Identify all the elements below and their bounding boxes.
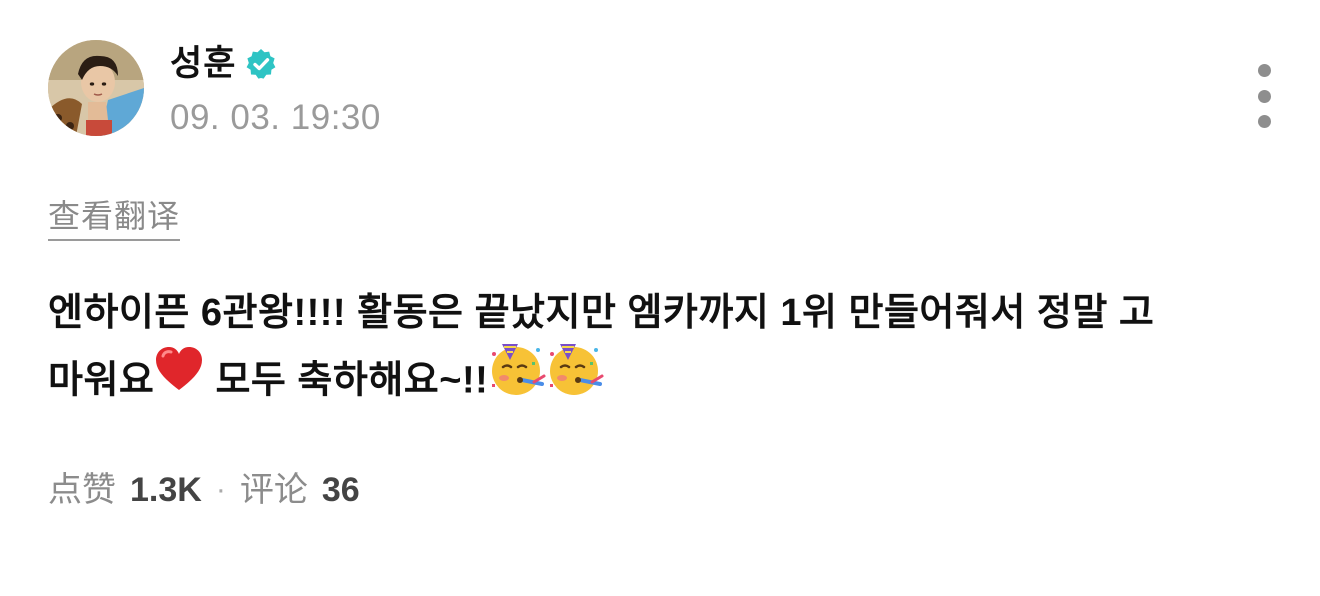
post-card: 성훈 09. 03. 19:30 查看翻译 엔하이픈 6관왕!!!! 활동은 끝… [0, 0, 1320, 596]
post-timestamp: 09. 03. 19:30 [170, 98, 381, 137]
post-text-part-1: 마워요 [48, 359, 155, 402]
post-stats: 点赞 1.3K · 评论 36 [48, 468, 360, 512]
post-body: 엔하이픈 6관왕!!!! 활동은 끝났지만 엠카까지 1위 만들어줘서 정말 고… [48, 282, 1278, 421]
author-block: 성훈 09. 03. 19:30 [170, 44, 381, 138]
red-heart-icon [154, 346, 204, 411]
stats-separator: · [215, 473, 226, 506]
likes-label[interactable]: 点赞 [48, 468, 116, 512]
partying-face-icon [488, 340, 546, 417]
more-vertical-icon-dot-3 [1257, 115, 1271, 128]
post-text-line-2: 마워요 모두 축하해요~!! [48, 344, 1278, 421]
partying-face-icon-2 [546, 340, 604, 417]
avatar-photo-icon [48, 40, 144, 136]
more-vertical-icon [1257, 64, 1271, 77]
more-options-button[interactable] [1244, 64, 1284, 128]
avatar[interactable] [48, 40, 144, 136]
post-text-line-1: 엔하이픈 6관왕!!!! 활동은 끝났지만 엠카까지 1위 만들어줘서 정말 고 [48, 292, 1155, 334]
author-row: 성훈 [170, 44, 381, 84]
comments-count[interactable]: 36 [322, 468, 360, 512]
comments-label[interactable]: 评论 [240, 468, 308, 512]
verified-badge-icon [244, 47, 278, 81]
more-vertical-icon-dot-2 [1257, 89, 1271, 103]
post-header: 성훈 09. 03. 19:30 [48, 40, 1278, 140]
author-name[interactable]: 성훈 [170, 44, 236, 84]
post-text-part-2: 모두 축하해요~!! [204, 359, 489, 402]
likes-count[interactable]: 1.3K [130, 468, 202, 512]
translate-link[interactable]: 查看翻译 [48, 196, 181, 241]
